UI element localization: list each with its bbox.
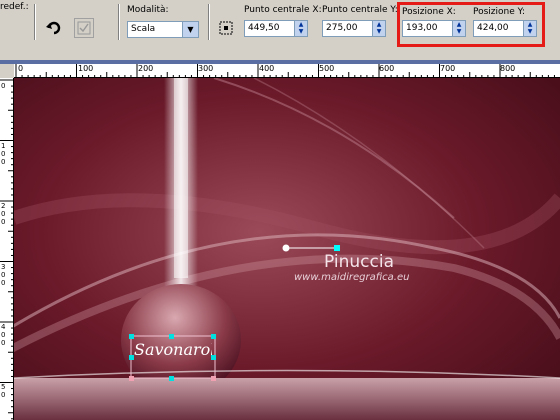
ruler-label: 200 [138, 64, 154, 73]
ruler-label: 4 0 0 [1, 323, 6, 347]
vertical-ruler: 0 1 0 0 2 0 0 3 0 0 4 0 0 5 0 [0, 78, 14, 420]
ruler-corner [0, 64, 14, 78]
spin-down-icon[interactable]: ▼ [373, 28, 385, 35]
apply-icon [77, 21, 91, 35]
artwork [14, 78, 560, 420]
center-y-label: Punto centrale Y: [322, 5, 398, 15]
mode-select[interactable]: Scala ▼ [127, 21, 199, 38]
ruler-label: 500 [319, 64, 335, 73]
pick-center-button[interactable] [216, 18, 236, 38]
ruler-ticks [0, 79, 13, 420]
center-x-field[interactable]: 449,50 ▲ ▼ [244, 20, 308, 37]
separator [34, 4, 36, 40]
ruler-label: 100 [78, 64, 94, 73]
ruler-label: 3 0 0 [1, 263, 6, 287]
ruler-label: 0 [18, 64, 24, 73]
ruler-label: 700 [440, 64, 456, 73]
image-canvas[interactable]: Pinuccia www.maidiregrafica.eu Savonarol… [14, 78, 560, 420]
ruler-label: 5 0 [1, 383, 6, 399]
apply-button[interactable] [74, 18, 94, 38]
spin-up-icon[interactable]: ▲ [373, 21, 385, 28]
preset-label: redef.: [0, 2, 29, 12]
separator [208, 4, 210, 40]
separator [118, 4, 120, 40]
center-x-spinner[interactable]: ▲ ▼ [294, 21, 307, 36]
chevron-down-icon[interactable]: ▼ [182, 22, 198, 37]
horizontal-ruler: 0 100 200 300 400 500 600 700 800 [14, 64, 560, 78]
tool-options-bar: redef.: Modalità: Scala ▼ Punto centrale… [0, 0, 560, 61]
center-x-value: 449,50 [248, 23, 280, 33]
reset-button[interactable] [44, 18, 64, 38]
ruler-label: 2 0 0 [1, 202, 6, 226]
spin-down-icon[interactable]: ▼ [295, 28, 307, 35]
ruler-label: 800 [500, 64, 516, 73]
ruler-ticks [15, 64, 555, 77]
mode-label: Modalità: [127, 5, 169, 15]
undo-arrow-icon [46, 21, 61, 35]
center-y-field[interactable]: 275,00 ▲ ▼ [322, 20, 386, 37]
watermark-name: Pinuccia [324, 252, 394, 272]
ruler-label: 600 [379, 64, 395, 73]
ruler-label: 1 0 0 [1, 142, 6, 166]
center-target-icon [219, 21, 233, 35]
ruler-label: 400 [259, 64, 275, 73]
center-y-spinner[interactable]: ▲ ▼ [372, 21, 385, 36]
ruler-label: 300 [198, 64, 214, 73]
ruler-label: 0 [1, 82, 6, 90]
center-x-label: Punto centrale X: [244, 5, 322, 15]
mode-select-value: Scala [131, 24, 156, 34]
spin-up-icon[interactable]: ▲ [295, 21, 307, 28]
selected-text-layer[interactable]: Savonarola [134, 340, 212, 359]
watermark-url: www.maidiregrafica.eu [294, 272, 410, 283]
position-highlight-box [397, 2, 545, 47]
center-y-value: 275,00 [326, 23, 358, 33]
